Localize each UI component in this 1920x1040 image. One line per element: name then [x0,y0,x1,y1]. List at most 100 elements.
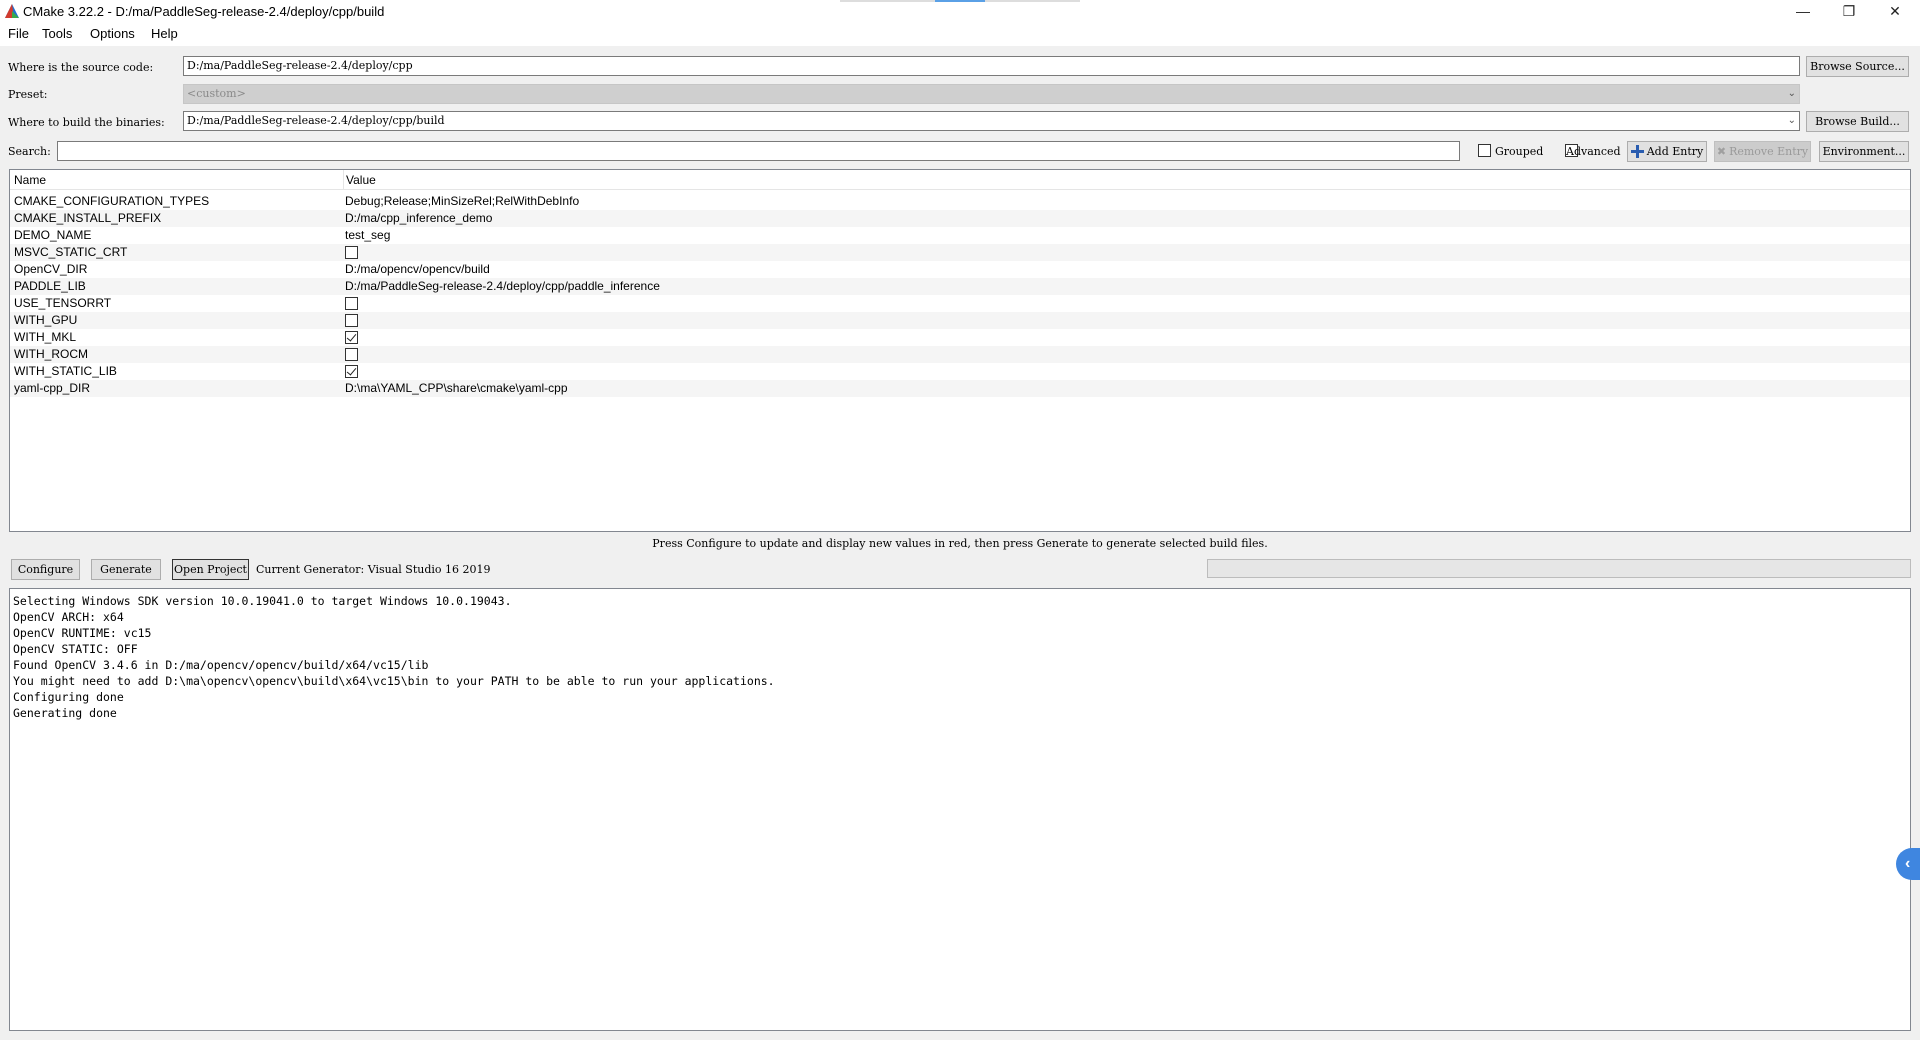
table-row[interactable]: WITH_GPU [10,312,1910,329]
binaries-path-value: D:/ma/PaddleSeg-release-2.4/deploy/cpp/b… [187,114,445,127]
table-row[interactable]: yaml-cpp_DIR D:\ma\YAML_CPP\share\cmake\y… [10,380,1910,397]
output-log[interactable]: Selecting Windows SDK version 10.0.19041… [9,588,1911,1031]
remove-icon: ✖ [1716,145,1727,158]
value-checkbox[interactable] [345,365,358,378]
browse-build-button[interactable]: Browse Build... [1806,111,1909,132]
top-strip-accent [935,0,985,2]
table-row[interactable]: CMAKE_CONFIGURATION_TYPES Debug;Release;M… [10,193,1910,210]
cell-name: WITH_GPU [14,313,78,327]
output-line: OpenCV ARCH: x64 [13,610,124,624]
open-project-button[interactable]: Open Project [172,559,249,580]
add-entry-button[interactable]: Add Entry [1627,141,1707,162]
value-checkbox[interactable] [345,331,358,344]
table-row[interactable]: DEMO_NAME test_seg [10,227,1910,244]
minimize-button[interactable]: — [1780,0,1826,22]
cell-name: CMAKE_INSTALL_PREFIX [14,211,162,225]
chevron-left-icon: ‹ [1905,855,1911,872]
cell-value-checkbox[interactable] [345,347,358,364]
cell-value-checkbox[interactable] [345,313,358,330]
environment-button[interactable]: Environment... [1819,141,1909,162]
output-line: OpenCV RUNTIME: vc15 [13,626,152,640]
column-header-name[interactable]: Name [14,173,46,187]
search-input[interactable] [57,141,1460,161]
output-line: You might need to add D:\ma\opencv\openc… [13,674,775,688]
cmake-logo-icon [5,4,19,18]
value-checkbox[interactable] [345,314,358,327]
value-checkbox[interactable] [345,297,358,310]
value-checkbox[interactable] [345,246,358,259]
plus-icon [1630,145,1644,158]
source-label: Where is the source code: [8,61,154,74]
preset-value: <custom> [187,87,246,100]
preset-label: Preset: [8,88,48,101]
output-line: OpenCV STATIC: OFF [13,642,138,656]
menu-help[interactable]: Help [151,26,178,41]
table-row[interactable]: WITH_MKL [10,329,1910,346]
table-row[interactable]: OpenCV_DIR D:/ma/opencv/opencv/build [10,261,1910,278]
preset-select: <custom> ⌄ [183,84,1800,104]
cell-name: DEMO_NAME [14,228,92,242]
cell-name: PADDLE_LIB [14,279,86,293]
menu-tools[interactable]: Tools [42,26,72,41]
search-label: Search: [8,145,51,158]
cell-value-checkbox[interactable] [345,296,358,313]
chevron-down-icon: ⌄ [1787,88,1796,99]
cell-value[interactable]: D:/ma/cpp_inference_demo [345,211,492,225]
binaries-label: Where to build the binaries: [8,116,165,129]
cell-name: MSVC_STATIC_CRT [14,245,128,259]
binaries-path-combo[interactable]: D:/ma/PaddleSeg-release-2.4/deploy/cpp/b… [183,111,1800,131]
cell-value-checkbox[interactable] [345,245,358,262]
menu-file[interactable]: File [8,26,29,41]
cell-value[interactable]: D:/ma/PaddleSeg-release-2.4/deploy/cpp/p… [345,279,660,293]
table-row[interactable]: USE_TENSORRT [10,295,1910,312]
cell-value-checkbox[interactable] [345,330,358,347]
remove-entry-label: Remove Entry [1729,145,1809,158]
menu-bar: File Tools Options Help [0,22,1920,46]
cell-name: CMAKE_CONFIGURATION_TYPES [14,194,210,208]
cell-value[interactable]: Debug;Release;MinSizeRel;RelWithDebInfo [345,194,579,208]
grouped-checkbox[interactable] [1478,144,1491,157]
source-path-input[interactable]: D:/ma/PaddleSeg-release-2.4/deploy/cpp [183,56,1800,76]
cell-name: WITH_MKL [14,330,77,344]
output-line: Configuring done [13,690,124,704]
add-entry-label: Add Entry [1646,145,1704,158]
cell-name: yaml-cpp_DIR [14,381,91,395]
table-row[interactable]: PADDLE_LIB D:/ma/PaddleSeg-release-2.4/de… [10,278,1910,295]
cell-value-checkbox[interactable] [345,364,358,381]
configure-button[interactable]: Configure [11,559,80,580]
generate-button[interactable]: Generate [91,559,161,580]
output-line: Selecting Windows SDK version 10.0.19041… [13,594,512,608]
cell-value[interactable]: test_seg [345,228,390,242]
table-row[interactable]: WITH_STATIC_LIB [10,363,1910,380]
remove-entry-button: ✖ Remove Entry [1714,141,1811,162]
browse-source-button[interactable]: Browse Source... [1806,56,1909,77]
side-panel-toggle[interactable]: ‹ [1896,848,1920,880]
cell-name: OpenCV_DIR [14,262,88,276]
table-row[interactable]: WITH_ROCM [10,346,1910,363]
title-bar: CMake 3.22.2 - D:/ma/PaddleSeg-release-2… [0,0,1920,22]
column-header-value[interactable]: Value [346,173,376,187]
cell-name: USE_TENSORRT [14,296,112,310]
close-button[interactable]: ✕ [1872,0,1918,22]
advanced-label: Advanced [1566,145,1621,158]
window-title: CMake 3.22.2 - D:/ma/PaddleSeg-release-2… [23,4,385,19]
grouped-label: Grouped [1495,145,1544,158]
value-checkbox[interactable] [345,348,358,361]
output-line: Generating done [13,706,117,720]
table-row[interactable]: MSVC_STATIC_CRT [10,244,1910,261]
restore-button[interactable]: ❐ [1826,0,1872,22]
column-divider[interactable] [343,170,344,190]
cell-value[interactable]: D:/ma/opencv/opencv/build [345,262,490,276]
table-row[interactable]: CMAKE_INSTALL_PREFIX D:/ma/cpp_inference_… [10,210,1910,227]
cell-value[interactable]: D:\ma\YAML_CPP\share\cmake\yaml-cpp [345,381,568,395]
cache-table[interactable]: Name Value CMAKE_CONFIGURATION_TYPES Debu… [9,169,1911,532]
table-header: Name Value [10,170,1910,190]
chevron-down-icon[interactable]: ⌄ [1788,115,1796,126]
menu-options[interactable]: Options [90,26,135,41]
current-generator-text: Current Generator: Visual Studio 16 2019 [256,563,491,576]
output-line: Found OpenCV 3.4.6 in D:/ma/opencv/openc… [13,658,429,672]
hint-text: Press Configure to update and display ne… [652,537,1268,550]
progress-bar [1207,559,1911,578]
cell-name: WITH_STATIC_LIB [14,364,117,378]
cell-name: WITH_ROCM [14,347,88,361]
